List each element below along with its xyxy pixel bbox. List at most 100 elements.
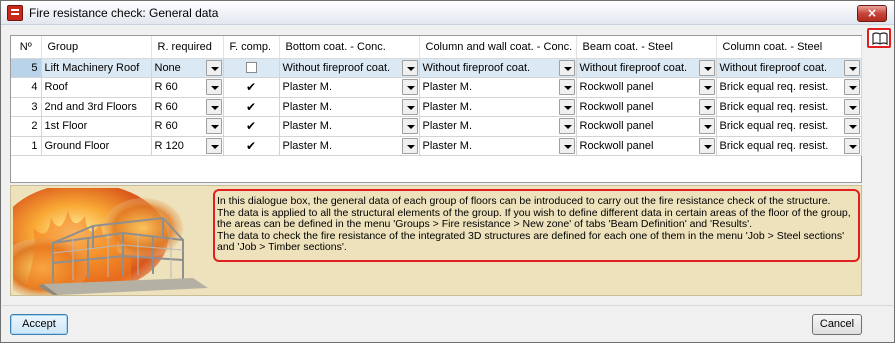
dropdown-arrow-icon[interactable] [401, 118, 418, 134]
bottom-coat-select[interactable]: Plaster M. [279, 116, 420, 137]
r-required-select-value: R 60 [154, 120, 178, 133]
checkmark-icon[interactable]: ✔ [246, 78, 256, 96]
beam-coat-select[interactable]: Rockwoll panel [576, 97, 717, 117]
column-coat-select[interactable]: Brick equal req. resist. [716, 116, 862, 137]
column-header-f-comp[interactable]: F. comp. [223, 36, 280, 59]
row-number-cell[interactable]: 4 [11, 77, 42, 98]
bottom-coat-select[interactable]: Without fireproof coat. [279, 58, 420, 78]
group-cell[interactable]: 2nd and 3rd Floors [41, 97, 152, 117]
dropdown-arrow-icon[interactable] [558, 137, 575, 154]
dropdown-arrow-icon[interactable] [843, 118, 860, 134]
dropdown-arrow-icon[interactable] [401, 79, 418, 95]
column-header-r-required[interactable]: R. required [151, 36, 224, 59]
column-coat-select[interactable]: Brick equal req. resist. [716, 136, 862, 156]
column-wall-coat-select[interactable]: Plaster M. [419, 77, 577, 98]
row-number-cell[interactable]: 3 [11, 97, 42, 117]
book-help-icon[interactable] [867, 28, 891, 48]
column-header-beam-coat[interactable]: Beam coat. - Steel [576, 36, 717, 59]
group-cell[interactable]: Roof [41, 77, 152, 98]
column-wall-coat-select[interactable]: Plaster M. [419, 97, 577, 117]
table-row[interactable]: 5 Lift Machinery Roof None Without fireproo… [11, 58, 862, 78]
beam-coat-select-value: Rockwoll panel [579, 100, 654, 113]
bottom-coat-select-value: Without fireproof coat. [282, 61, 391, 74]
dropdown-arrow-icon[interactable] [205, 98, 222, 115]
column-coat-select-value: Brick equal req. resist. [719, 81, 829, 94]
dropdown-arrow-icon[interactable] [205, 79, 222, 95]
groups-table: Nº Group R. required F. comp. Bottom coa… [11, 36, 862, 156]
table-row[interactable]: 3 2nd and 3rd Floors R 60 ✔ Plaster M. Plaste… [11, 97, 862, 117]
table-row[interactable]: 4 Roof R 60 ✔ Plaster M. Plaster M. Rockwoll p… [11, 77, 862, 98]
column-header-group[interactable]: Group [41, 36, 152, 59]
beam-coat-select[interactable]: Rockwoll panel [576, 116, 717, 137]
dropdown-arrow-icon[interactable] [698, 137, 715, 154]
bottom-coat-select-value: Plaster M. [282, 81, 333, 94]
dropdown-arrow-icon[interactable] [558, 79, 575, 95]
column-header-bottom-coat[interactable]: Bottom coat. - Conc. [279, 36, 420, 59]
dropdown-arrow-icon[interactable] [843, 79, 860, 95]
beam-coat-select[interactable]: Rockwoll panel [576, 136, 717, 156]
r-required-select[interactable]: R 120 [151, 136, 224, 156]
beam-coat-select[interactable]: Rockwoll panel [576, 77, 717, 98]
column-wall-coat-select-value: Plaster M. [422, 139, 473, 152]
r-required-select[interactable]: R 60 [151, 77, 224, 98]
cancel-button[interactable]: Cancel [812, 314, 862, 335]
column-wall-coat-select[interactable]: Without fireproof coat. [419, 58, 577, 78]
group-cell-value: Roof [44, 81, 68, 94]
dropdown-arrow-icon[interactable] [558, 59, 575, 76]
column-coat-select-value: Brick equal req. resist. [719, 139, 829, 152]
checkmark-icon[interactable]: ✔ [246, 117, 256, 135]
bottom-coat-select[interactable]: Plaster M. [279, 97, 420, 117]
column-header-column-coat[interactable]: Column coat. - Steel [716, 36, 862, 59]
column-wall-coat-select[interactable]: Plaster M. [419, 116, 577, 137]
bottom-coat-select[interactable]: Plaster M. [279, 136, 420, 156]
dropdown-arrow-icon[interactable] [698, 98, 715, 115]
r-required-select-value: None [154, 61, 181, 74]
dropdown-arrow-icon[interactable] [698, 79, 715, 95]
beam-coat-select[interactable]: Without fireproof coat. [576, 58, 717, 78]
dropdown-arrow-icon[interactable] [205, 118, 222, 134]
column-wall-coat-select-value: Plaster M. [422, 100, 473, 113]
column-header-column-wall-coat[interactable]: Column and wall coat. - Conc. [419, 36, 577, 59]
checkmark-icon[interactable]: ✔ [246, 137, 256, 155]
dropdown-arrow-icon[interactable] [205, 59, 222, 76]
r-required-select[interactable]: None [151, 58, 224, 78]
close-icon[interactable]: × [857, 5, 887, 22]
dropdown-arrow-icon[interactable] [401, 59, 418, 76]
dropdown-arrow-icon[interactable] [558, 98, 575, 115]
table-row[interactable]: 2 1st Floor R 60 ✔ Plaster M. Plaster M. Rockw… [11, 116, 862, 137]
bottom-coat-select[interactable]: Plaster M. [279, 77, 420, 98]
dropdown-arrow-icon[interactable] [558, 118, 575, 134]
bottom-coat-select-value: Plaster M. [282, 120, 333, 133]
column-wall-coat-select[interactable]: Plaster M. [419, 136, 577, 156]
dropdown-arrow-icon[interactable] [698, 118, 715, 134]
title-bar: Fire resistance check: General data × [1, 1, 894, 25]
beam-coat-select-value: Rockwoll panel [579, 120, 654, 133]
checkmark-icon[interactable]: ✔ [246, 98, 256, 116]
dropdown-arrow-icon[interactable] [401, 98, 418, 115]
r-required-select[interactable]: R 60 [151, 116, 224, 137]
dropdown-arrow-icon[interactable] [401, 137, 418, 154]
accept-button[interactable]: Accept [10, 314, 68, 335]
row-number-cell[interactable]: 5 [11, 58, 42, 78]
dropdown-arrow-icon[interactable] [698, 59, 715, 76]
unchecked-checkbox[interactable] [245, 62, 257, 74]
row-number-cell[interactable]: 1 [11, 136, 42, 156]
group-cell[interactable]: Ground Floor [41, 136, 152, 156]
dropdown-arrow-icon[interactable] [843, 59, 860, 76]
beam-coat-select-value: Without fireproof coat. [579, 61, 688, 74]
r-required-select-value: R 120 [154, 139, 184, 152]
row-number-cell[interactable]: 2 [11, 116, 42, 137]
dropdown-arrow-icon[interactable] [205, 137, 222, 154]
dropdown-arrow-icon[interactable] [843, 98, 860, 115]
footer-divider [2, 305, 893, 306]
groups-table-container: Nº Group R. required F. comp. Bottom coa… [10, 35, 862, 183]
group-cell[interactable]: Lift Machinery Roof [41, 58, 152, 78]
dropdown-arrow-icon[interactable] [843, 137, 860, 154]
column-header-number[interactable]: Nº [11, 36, 42, 59]
r-required-select[interactable]: R 60 [151, 97, 224, 117]
column-coat-select[interactable]: Without fireproof coat. [716, 58, 862, 78]
column-coat-select[interactable]: Brick equal req. resist. [716, 97, 862, 117]
table-row[interactable]: 1 Ground Floor R 120 ✔ Plaster M. Plaster M. R… [11, 136, 862, 156]
group-cell[interactable]: 1st Floor [41, 116, 152, 137]
column-coat-select[interactable]: Brick equal req. resist. [716, 77, 862, 98]
